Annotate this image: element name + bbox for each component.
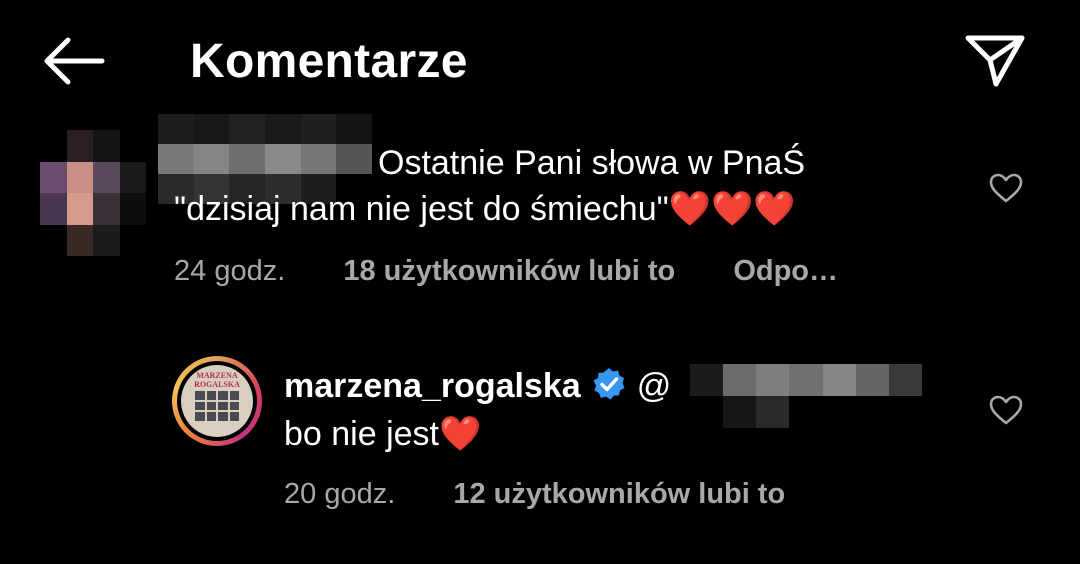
avatar-book-title: MARZENA ROGALSKA [181, 371, 253, 389]
reply-likes-link[interactable]: 12 użytkowników lubi to [453, 478, 785, 510]
reply-body: marzena_rogalska @ bo nie jest❤️ [284, 362, 671, 458]
back-arrow-icon[interactable] [40, 34, 106, 88]
comment-time: 24 godz. [174, 255, 286, 287]
top-bar: Komentarze [0, 0, 1080, 120]
avatar-border: MARZENA ROGALSKA [177, 361, 257, 441]
comment-text-line2: "dzisiaj nam nie jest do śmiechu"❤️❤️❤️ [174, 190, 796, 228]
avatar-story-ring[interactable]: MARZENA ROGALSKA [172, 356, 262, 446]
mention-at-sign[interactable]: @ [637, 367, 672, 405]
redacted-mention [690, 364, 922, 428]
reply-text: bo nie jest❤️ [284, 415, 482, 453]
reply-meta: 20 godz. 12 użytkowników lubi to [284, 478, 785, 511]
comment-text: Ostatnie Pani słowa w PnaŚ "dzisiaj nam … [174, 140, 934, 232]
reply-time: 20 godz. [284, 478, 396, 510]
heart-icon[interactable] [988, 172, 1024, 204]
comment-text-line1: Ostatnie Pani słowa w PnaŚ [378, 144, 806, 182]
commenter-avatar-blurred[interactable] [40, 130, 146, 256]
avatar-book-title-line2: ROGALSKA [194, 380, 240, 389]
avatar-book-cover-grid [195, 391, 239, 421]
reply-username[interactable]: marzena_rogalska [284, 367, 581, 405]
paper-plane-icon[interactable] [962, 30, 1028, 90]
reply-button[interactable]: Odpo… [733, 255, 838, 287]
avatar-book-title-line1: MARZENA [196, 371, 238, 380]
avatar: MARZENA ROGALSKA [181, 365, 253, 437]
page-title: Komentarze [190, 35, 468, 88]
heart-icon[interactable] [988, 394, 1024, 426]
comment-meta: 24 godz. 18 użytkowników lubi to Odpo… [174, 255, 838, 288]
comment-likes-link[interactable]: 18 użytkowników lubi to [343, 255, 675, 287]
verified-badge-icon [591, 366, 627, 402]
